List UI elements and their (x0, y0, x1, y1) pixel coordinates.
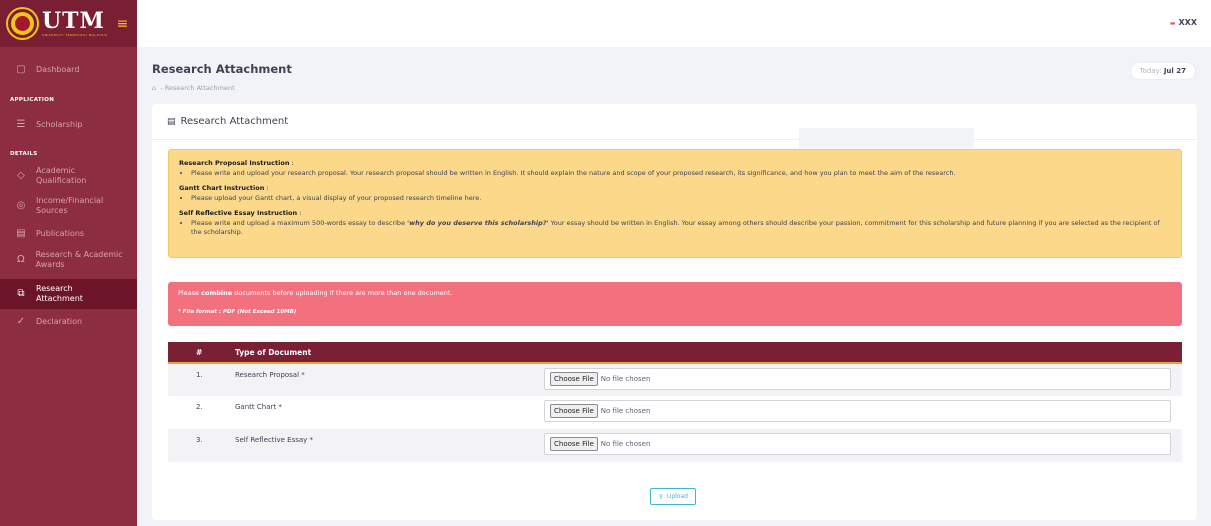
brand: UTM UNIVERSITI TEKNOLOGI MALAYSIA ≡ (0, 0, 137, 47)
file-format-note: * File format : PDF (Not Exceed 10MB) (178, 309, 297, 315)
document-table: # Type of Document 1. Research Proposal … (168, 342, 1182, 462)
section-application: APPLICATION (10, 97, 55, 103)
instruction-heading: Gantt Chart Instruction : (179, 184, 269, 192)
topbar: ▬ XXX (137, 0, 1211, 47)
today-badge: Today: Jul 27 (1129, 62, 1196, 80)
breadcrumb: ⌂ - Research Attachment (152, 84, 235, 92)
attachment-icon: ⧉ (17, 288, 25, 299)
upload-button[interactable]: ⇪ Upload (650, 488, 696, 505)
sidebar-item-income[interactable]: ◎ Income/Financial Sources (0, 191, 137, 221)
file-input-gantt[interactable]: Choose File No file chosen (544, 400, 1171, 422)
instruction-text: Please write and upload your research pr… (191, 169, 1171, 178)
instruction-text: Please upload your Gantt chart, a visual… (191, 194, 1171, 203)
document-icon: ▤ (167, 116, 176, 127)
instruction-heading: Self Reflective Essay Instruction : (179, 209, 302, 217)
research-attachment-card: ▤ Research Attachment Research Proposal … (152, 104, 1197, 520)
upload-icon: ⇪ (658, 492, 664, 501)
sidebar: UTM UNIVERSITI TEKNOLOGI MALAYSIA ≡ ▢ Da… (0, 0, 137, 526)
table-row: 1. Research Proposal * Choose File No fil… (168, 363, 1182, 396)
sidebar-item-research-attachment[interactable]: ⧉ Research Attachment (0, 279, 137, 309)
hamburger-icon[interactable]: ≡ (117, 16, 129, 32)
col-number: # (196, 347, 203, 357)
sidebar-item-scholarship[interactable]: ☰ Scholarship (0, 109, 137, 139)
document-icon: ▤ (16, 227, 26, 239)
check-icon: ✓ (16, 315, 26, 327)
choose-file-button[interactable]: Choose File (550, 372, 598, 386)
warning-text: Please combine documents before uploadin… (178, 289, 453, 297)
page-title: Research Attachment (152, 62, 292, 76)
graduation-icon: ◇ (17, 170, 25, 181)
dashboard-icon: ▢ (16, 63, 26, 75)
instruction-heading: Research Proposal Instruction : (179, 159, 294, 167)
table-row: 3. Self Reflective Essay * Choose File No… (168, 429, 1182, 462)
table-header-row: # Type of Document (168, 342, 1182, 363)
instruction-notice: Research Proposal Instruction : Please w… (168, 149, 1182, 258)
instruction-text: Please write and upload a maximum 500-wo… (191, 219, 1171, 237)
utm-logo-icon (8, 9, 37, 38)
sidebar-item-awards[interactable]: Ω Research & Academic Awards (0, 245, 137, 275)
list-icon: ☰ (16, 118, 26, 130)
money-icon: ◎ (16, 200, 26, 211)
sidebar-item-publications[interactable]: ▤ Publications (0, 221, 137, 245)
flag-icon: ▬ (1169, 20, 1176, 27)
sidebar-item-declaration[interactable]: ✓ Declaration (0, 309, 137, 333)
col-type: Type of Document (235, 347, 312, 357)
file-input-proposal[interactable]: Choose File No file chosen (544, 368, 1171, 390)
brand-subtitle: UNIVERSITI TEKNOLOGI MALAYSIA (42, 33, 108, 37)
combine-warning: Please combine documents before uploadin… (168, 282, 1182, 326)
sidebar-item-academic[interactable]: ◇ Academic Qualification (0, 161, 137, 191)
user-menu[interactable]: ▬ XXX (1170, 18, 1197, 27)
home-icon[interactable]: ⌂ (152, 84, 156, 92)
sidebar-item-dashboard[interactable]: ▢ Dashboard (0, 47, 137, 91)
file-input-essay[interactable]: Choose File No file chosen (544, 433, 1171, 455)
choose-file-button[interactable]: Choose File (550, 437, 598, 451)
section-details: DETAILS (10, 151, 38, 157)
award-icon: Ω (16, 254, 25, 265)
placeholder-block (799, 128, 974, 148)
table-row: 2. Gantt Chart * Choose File No file chos… (168, 396, 1182, 429)
choose-file-button[interactable]: Choose File (550, 404, 598, 418)
brand-name: UTM (42, 8, 105, 34)
card-header: ▤ Research Attachment (152, 104, 1197, 140)
